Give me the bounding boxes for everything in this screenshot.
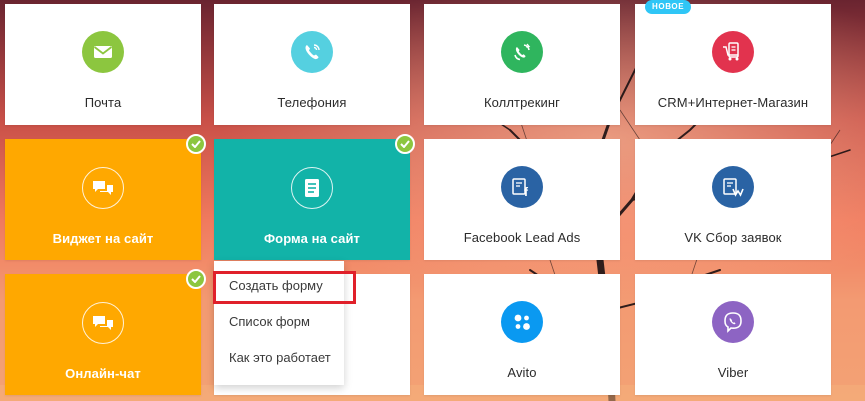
tile-telephony[interactable]: Телефония <box>214 4 410 125</box>
tile-avito-label: Avito <box>507 365 537 380</box>
tile-facebook-lead-ads[interactable]: f Facebook Lead Ads <box>424 139 620 260</box>
tile-mail[interactable]: Почта <box>5 4 201 125</box>
checkmark-icon <box>186 269 206 289</box>
tile-calltracking[interactable]: Коллтрекинг <box>424 4 620 125</box>
phone-icon <box>291 31 333 73</box>
form-dropdown-menu: Создать форму Список форм Как это работа… <box>214 261 344 385</box>
envelope-icon <box>82 31 124 73</box>
svg-text:f: f <box>524 185 529 197</box>
tile-vk-label: VK Сбор заявок <box>684 230 782 245</box>
menu-item-form-list[interactable]: Список форм <box>214 307 344 343</box>
tile-crm-shop[interactable]: НОВОЕ CRM+Интернет-Магазин <box>635 0 831 125</box>
chat-bubbles-icon <box>82 167 124 209</box>
tile-online-chat[interactable]: Онлайн-чат <box>5 269 206 395</box>
tile-mail-label: Почта <box>84 95 122 110</box>
calltracking-icon <box>501 31 543 73</box>
avito-dots-icon <box>501 301 543 343</box>
tile-telephony-label: Телефония <box>277 95 347 110</box>
menu-item-how-it-works[interactable]: Как это работает <box>214 343 344 379</box>
tile-form[interactable]: Форма на сайт <box>214 134 415 260</box>
tile-widget-label: Виджет на сайт <box>52 231 154 246</box>
new-badge: НОВОЕ <box>645 0 692 14</box>
tile-calltracking-label: Коллтрекинг <box>483 95 561 110</box>
tile-avito[interactable]: Avito <box>424 274 620 395</box>
facebook-form-icon: f <box>501 166 543 208</box>
document-icon <box>291 167 333 209</box>
tile-widget[interactable]: Виджет на сайт <box>5 134 206 260</box>
checkmark-icon <box>186 134 206 154</box>
tile-online-chat-label: Онлайн-чат <box>65 366 141 381</box>
tile-viber[interactable]: Viber <box>635 274 831 395</box>
vk-form-icon <box>712 166 754 208</box>
tile-crm-shop-label: CRM+Интернет-Магазин <box>657 95 809 110</box>
cart-icon <box>712 31 754 73</box>
checkmark-icon <box>395 134 415 154</box>
menu-item-create-form[interactable]: Создать форму <box>214 271 344 307</box>
tile-viber-label: Viber <box>717 365 749 380</box>
chat-bubbles-icon <box>82 302 124 344</box>
tile-vk[interactable]: VK Сбор заявок <box>635 139 831 260</box>
tile-facebook-lead-ads-label: Facebook Lead Ads <box>463 230 581 245</box>
tile-form-label: Форма на сайт <box>263 231 361 246</box>
viber-icon <box>712 301 754 343</box>
